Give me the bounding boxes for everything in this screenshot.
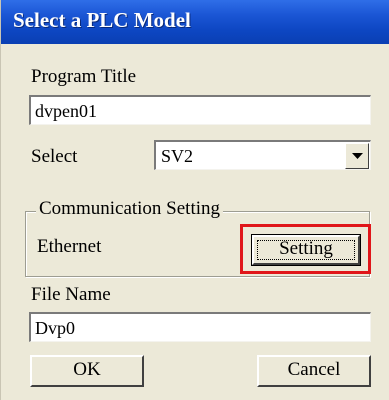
select-label: Select (31, 146, 78, 167)
interface-label: Ethernet (37, 236, 102, 257)
program-title-label: Program Title (31, 66, 137, 87)
communication-setting-legend: Communication Setting (36, 198, 224, 220)
cancel-button[interactable]: Cancel (257, 355, 371, 387)
file-name-input[interactable]: Dvp0 (29, 312, 371, 342)
highlight-box (240, 224, 371, 274)
ok-button[interactable]: OK (30, 355, 144, 387)
dialog-title: Select a PLC Model (13, 8, 191, 32)
file-name-label: File Name (31, 284, 111, 305)
plc-model-select[interactable]: SV2 (154, 140, 371, 170)
title-bar[interactable]: Select a PLC Model (1, 0, 389, 44)
select-plc-model-dialog: Select a PLC Model Program Title dvpen01… (0, 0, 389, 400)
chevron-down-icon (352, 153, 363, 159)
program-title-input[interactable]: dvpen01 (29, 95, 371, 125)
plc-model-value: SV2 (161, 146, 194, 166)
dropdown-button[interactable] (345, 143, 369, 169)
